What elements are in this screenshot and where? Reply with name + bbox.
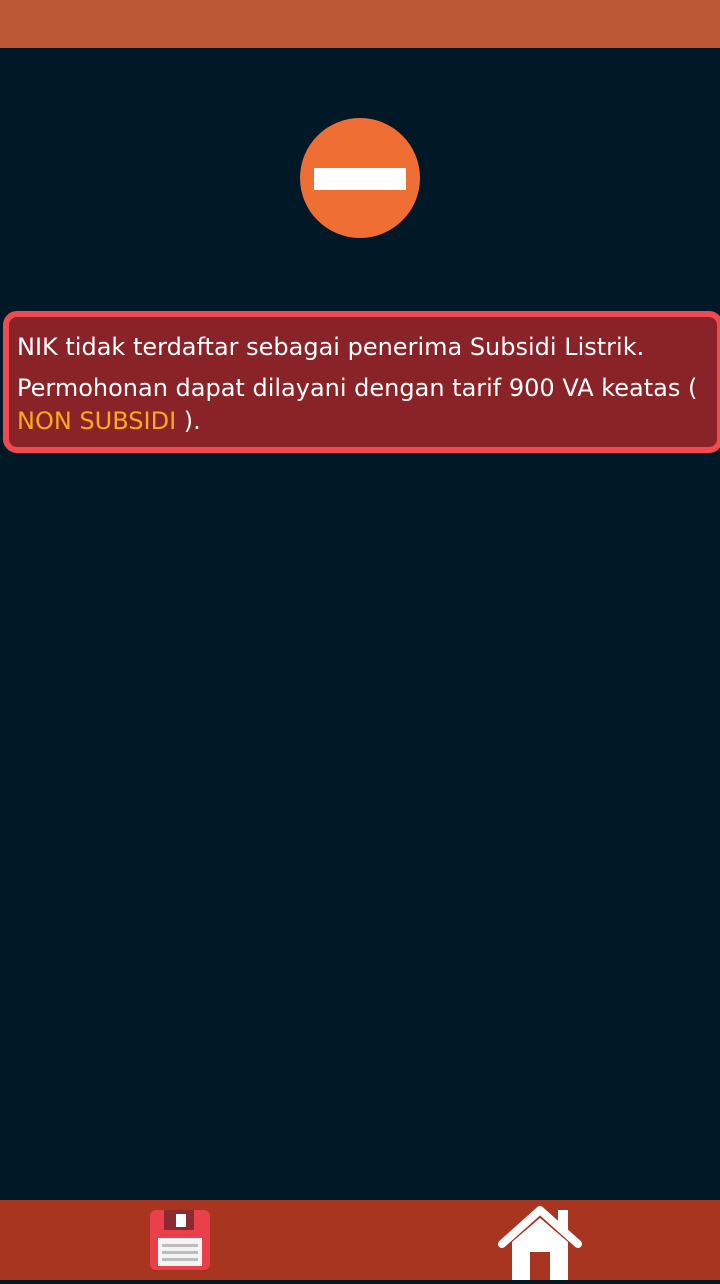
error-message-box: NIK tidak terdaftar sebagai penerima Sub… bbox=[3, 311, 720, 453]
error-message-suffix: ). bbox=[176, 407, 201, 435]
home-button[interactable] bbox=[496, 1204, 584, 1280]
no-entry-bar bbox=[314, 168, 406, 190]
home-icon bbox=[498, 1206, 582, 1280]
save-button[interactable] bbox=[140, 1204, 220, 1276]
no-entry-icon bbox=[300, 118, 420, 238]
error-message-line2: Permohonan dapat dilayani dengan tarif 9… bbox=[17, 372, 717, 438]
top-bar bbox=[0, 0, 720, 48]
floppy-disk-icon bbox=[150, 1210, 210, 1270]
error-message-prefix: Permohonan dapat dilayani dengan tarif 9… bbox=[17, 374, 698, 402]
non-subsidi-label: NON SUBSIDI bbox=[17, 407, 177, 435]
error-message-line1: NIK tidak terdaftar sebagai penerima Sub… bbox=[17, 333, 645, 361]
bottom-nav-bar bbox=[0, 1200, 720, 1280]
